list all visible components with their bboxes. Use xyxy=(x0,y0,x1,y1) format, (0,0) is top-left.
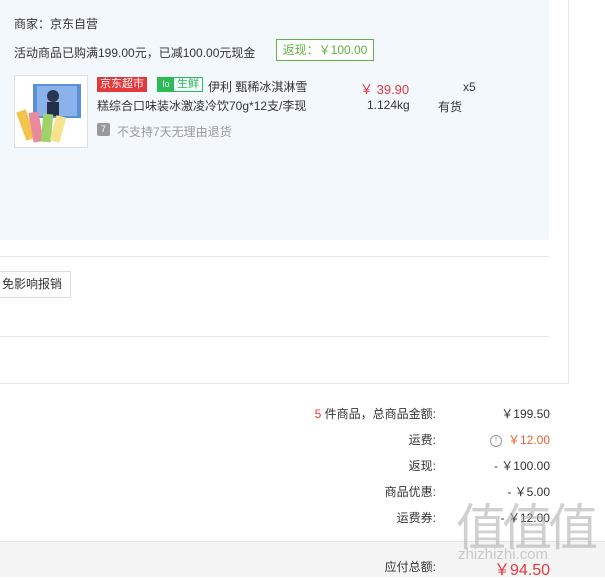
summary-count-row: 5 件商品，总商品金额: xyxy=(315,405,436,422)
watermark-url: zhizhizhi.com xyxy=(458,546,549,563)
divider xyxy=(0,383,569,384)
divider xyxy=(0,336,549,337)
coupon-label: 运费券: xyxy=(396,511,436,525)
product-image xyxy=(15,76,87,147)
shipping-row: ! ￥12.00 xyxy=(489,431,550,448)
stock-status: 有货 xyxy=(438,100,463,114)
no-return-text: 不支持7天无理由退货 xyxy=(117,125,232,139)
fresh-tag: lo 生鲜 xyxy=(157,77,203,92)
product-quantity: x5 xyxy=(463,80,476,94)
fresh-tag-label: 生鲜 xyxy=(177,78,199,90)
discount-label: 商品优惠: xyxy=(384,485,436,499)
promo-text: 活动商品已购满199.00元，已减100.00元现金 xyxy=(14,46,256,60)
product-name-line2[interactable]: 糕综合口味装冰激凌冷饮70g*12支/李现 xyxy=(97,97,306,114)
seller-label: 商家：京东自营 xyxy=(14,17,99,31)
item-count-label: 件商品，总商品金额: xyxy=(321,407,436,421)
no-return-icon: 7 xyxy=(97,123,110,136)
invoice-button[interactable]: 免影响报销 xyxy=(0,271,71,298)
product-weight: 1.124kg xyxy=(367,98,410,112)
panel-border xyxy=(568,0,569,384)
rebate-label: 返现: xyxy=(408,459,436,473)
rebate-value: - ￥100.00 xyxy=(493,459,550,473)
shipping-label: 运费: xyxy=(408,433,436,447)
rebate-badge: 返现：￥100.00 xyxy=(276,39,374,61)
site-watermark: 值值值 zhizhizhi.com xyxy=(456,488,605,576)
fresh-icon: lo xyxy=(158,78,174,91)
product-name-line1[interactable]: 伊利 甄稀冰淇淋雪 xyxy=(208,78,307,95)
product-price: ￥ 39.90 xyxy=(360,82,410,97)
divider xyxy=(0,256,549,257)
product-thumbnail[interactable] xyxy=(14,75,88,148)
shipping-value: ￥12.00 xyxy=(507,433,550,447)
info-icon[interactable]: ! xyxy=(489,434,502,447)
supermarket-tag: 京东超市 xyxy=(97,77,147,92)
total-goods-value: ￥199.50 xyxy=(501,407,550,421)
payable-label: 应付总额: xyxy=(384,560,436,574)
